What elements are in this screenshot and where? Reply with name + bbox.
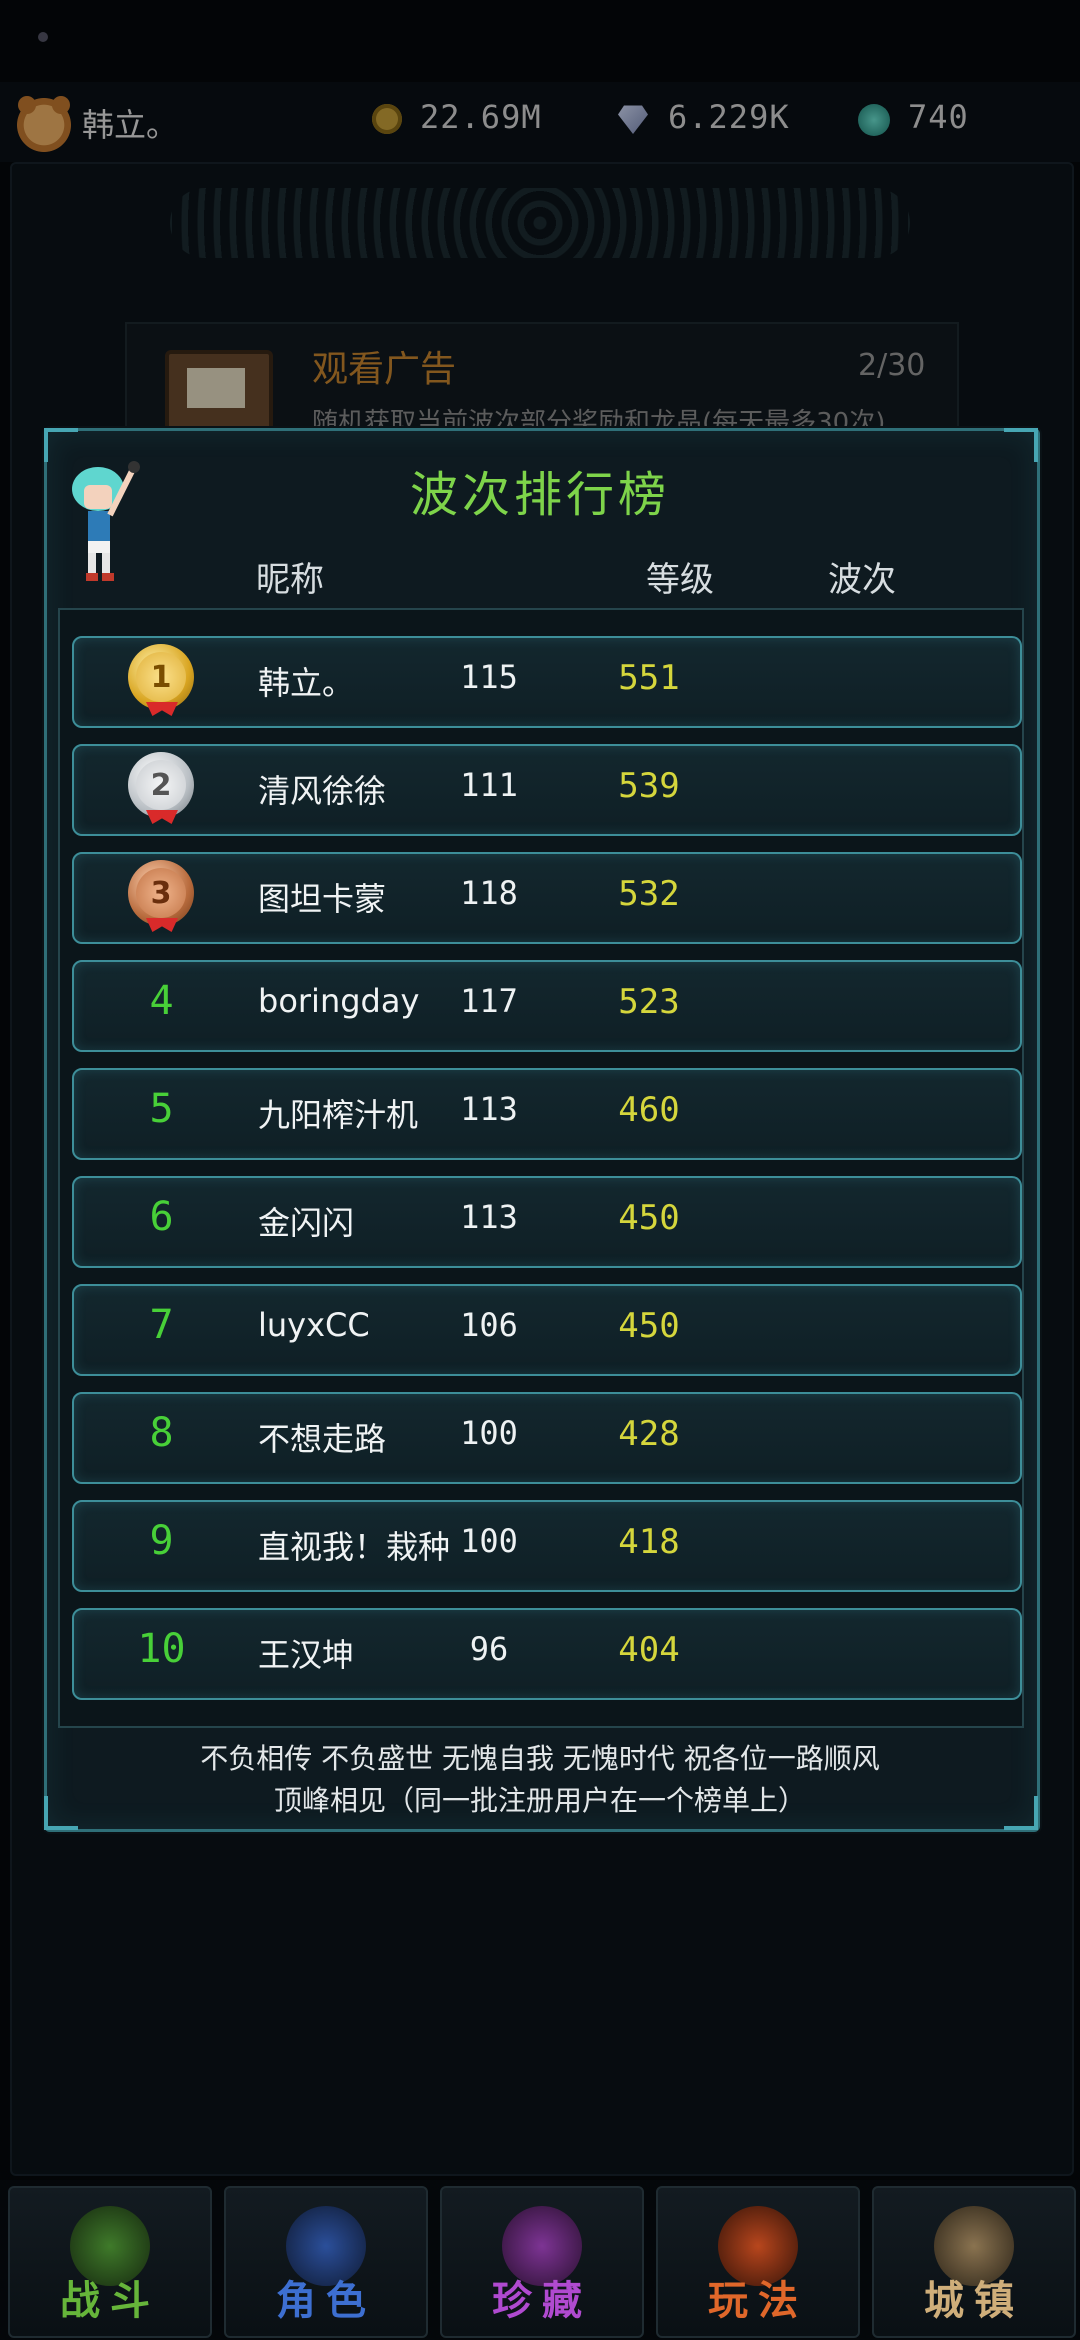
player-name: 金闪闪 [258,1204,355,1242]
header-wave: 波次 [828,560,896,600]
player-wave: 418 [618,1522,680,1562]
leaderboard-row[interactable]: 2 清风徐徐 111 539 [72,744,1022,836]
player-level: 96 [469,1630,509,1668]
rank-number: 7 [149,1302,174,1348]
nav-character-button[interactable]: 角色 [224,2186,428,2338]
rank-number: 9 [149,1518,174,1564]
silver-medal-icon: 2 [128,752,194,824]
footer-line-1: 不负相传 不负盛世 无愧自我 无愧时代 祝各位一路顺风 [200,1742,880,1775]
nav-label: 角色 [276,2278,376,2324]
leaderboard-row[interactable]: 4 boringday 117 523 [72,960,1022,1052]
player-wave: 460 [618,1090,680,1130]
nav-battle-button[interactable]: 战斗 [8,2186,212,2338]
nav-town-button[interactable]: 城镇 [872,2186,1076,2338]
bronze-medal-icon: 3 [128,860,194,932]
player-level: 113 [460,1090,518,1128]
nav-gameplay-button[interactable]: 玩法 [656,2186,860,2338]
player-name: luyxCC [258,1306,370,1344]
player-level: 113 [460,1198,518,1236]
nav-collection-button[interactable]: 珍藏 [440,2186,644,2338]
player-name: 王汉坤 [258,1636,355,1674]
header-level: 等级 [646,560,714,600]
player-name: 不想走路 [258,1420,387,1458]
leaderboard-row[interactable]: 10 王汉坤 96 404 [72,1608,1022,1700]
leaderboard-row[interactable]: 1 韩立。 115 551 [72,636,1022,728]
leaderboard-title: 波次排行榜 [409,467,670,523]
leaderboard-footer: 不负相传 不负盛世 无愧自我 无愧时代 祝各位一路顺风 顶峰相见（同一批注册用户… [0,1738,1080,1822]
player-wave: 428 [618,1414,680,1454]
rank-number: 5 [149,1086,174,1132]
leaderboard-row[interactable]: 5 九阳榨汁机 113 460 [72,1068,1022,1160]
leaderboard-row[interactable]: 3 图坦卡蒙 118 532 [72,852,1022,944]
player-wave: 551 [618,658,680,698]
player-wave: 450 [618,1306,680,1346]
rank-number: 10 [137,1626,186,1672]
nav-label: 珍藏 [492,2278,592,2324]
gold-medal-icon: 1 [128,644,194,716]
rank-number: 8 [149,1410,174,1456]
nav-label: 战斗 [60,2278,160,2324]
player-level: 115 [460,658,518,696]
player-level: 106 [460,1306,518,1344]
player-wave: 523 [618,982,680,1022]
leaderboard-row[interactable]: 9 直视我！栽种 100 418 [72,1500,1022,1592]
player-wave: 450 [618,1198,680,1238]
rank-number: 6 [149,1194,174,1240]
player-name: 清风徐徐 [258,772,387,810]
player-level: 118 [460,874,518,912]
footer-line-2: 顶峰相见（同一批注册用户在一个榜单上） [273,1784,806,1817]
player-wave: 532 [618,874,680,914]
player-wave: 404 [618,1630,680,1670]
player-name: 韩立。 [258,664,355,702]
nav-label: 玩法 [708,2278,808,2324]
player-wave: 539 [618,766,680,806]
rank-number: 4 [149,978,174,1024]
nav-label: 城镇 [924,2278,1024,2324]
player-level: 100 [460,1522,518,1560]
player-level: 111 [460,766,518,804]
player-name: 图坦卡蒙 [258,880,387,918]
player-level: 100 [460,1414,518,1452]
leaderboard-row[interactable]: 8 不想走路 100 428 [72,1392,1022,1484]
leaderboard-row[interactable]: 6 金闪闪 113 450 [72,1176,1022,1268]
leaderboard-row[interactable]: 7 luyxCC 106 450 [72,1284,1022,1376]
player-level: 117 [460,982,518,1020]
header-name: 昵称 [256,560,324,600]
